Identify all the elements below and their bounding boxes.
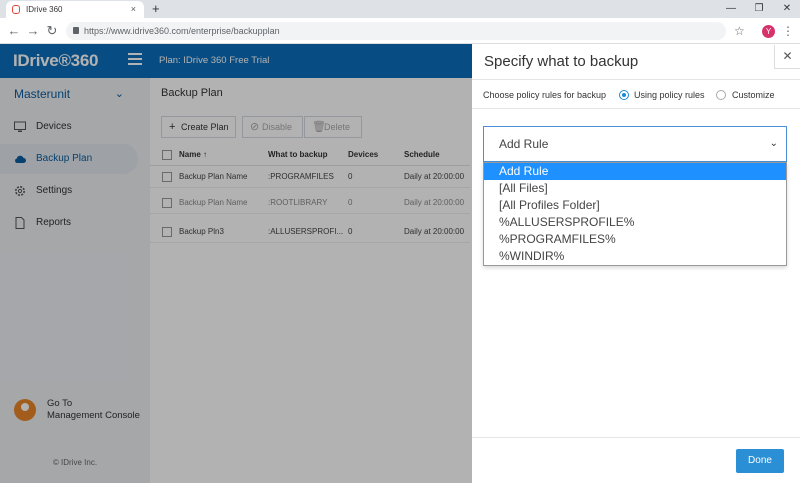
back-arrow-icon[interactable]: ←: [6, 22, 22, 40]
option-all-profiles-folder[interactable]: [All Profiles Folder]: [484, 197, 786, 214]
done-button[interactable]: Done: [736, 449, 784, 473]
modal-backdrop[interactable]: [0, 44, 472, 483]
idrive-favicon-icon: [12, 5, 20, 14]
specify-backup-panel: Specify what to backup ✕ Choose policy r…: [472, 44, 800, 483]
url-field[interactable]: https://www.idrive360.com/enterprise/bac…: [66, 22, 726, 40]
option-allusersprofile[interactable]: %ALLUSERSPROFILE%: [484, 214, 786, 231]
using-policy-rules-label[interactable]: Using policy rules: [634, 80, 705, 110]
customize-label[interactable]: Customize: [732, 80, 775, 110]
chevron-down-icon: ⌄: [769, 138, 778, 149]
browser-tab-bar: IDrive 360 × + — ❐ ✕: [0, 0, 800, 18]
window-close-button[interactable]: ✕: [776, 0, 798, 18]
tab-close-icon[interactable]: ×: [131, 1, 136, 18]
minimize-button[interactable]: —: [720, 0, 742, 18]
customize-radio[interactable]: [716, 90, 726, 100]
panel-title: Specify what to backup: [484, 53, 639, 70]
reload-icon[interactable]: ↻: [44, 22, 60, 40]
option-add-rule[interactable]: Add Rule: [484, 163, 786, 180]
browser-tab[interactable]: IDrive 360 ×: [6, 1, 144, 18]
lock-icon: [73, 27, 79, 34]
browser-menu-icon[interactable]: ⋮: [782, 22, 794, 40]
address-bar: ← → ↻ https://www.idrive360.com/enterpri…: [0, 18, 800, 44]
forward-arrow-icon[interactable]: →: [25, 22, 41, 40]
using-policy-rules-radio[interactable]: [619, 90, 629, 100]
panel-footer-divider: [472, 437, 800, 438]
profile-avatar[interactable]: Y: [762, 25, 775, 38]
policy-rules-row: Choose policy rules for backup Using pol…: [472, 79, 800, 109]
restore-button[interactable]: ❐: [748, 0, 770, 18]
policy-label: Choose policy rules for backup: [483, 90, 607, 100]
option-all-files[interactable]: [All Files]: [484, 180, 786, 197]
close-icon[interactable]: ✕: [774, 45, 800, 69]
option-windir[interactable]: %WINDIR%: [484, 248, 786, 265]
option-programfiles[interactable]: %PROGRAMFILES%: [484, 231, 786, 248]
add-rule-select[interactable]: Add Rule ⌄: [483, 126, 787, 162]
new-tab-button[interactable]: +: [152, 0, 160, 17]
url-text: https://www.idrive360.com/enterprise/bac…: [84, 26, 280, 36]
tab-title: IDrive 360: [26, 5, 63, 14]
rule-dropdown-list: Add Rule [All Files] [All Profiles Folde…: [483, 162, 787, 266]
select-value: Add Rule: [499, 137, 549, 151]
bookmark-star-icon[interactable]: ☆: [734, 22, 745, 40]
